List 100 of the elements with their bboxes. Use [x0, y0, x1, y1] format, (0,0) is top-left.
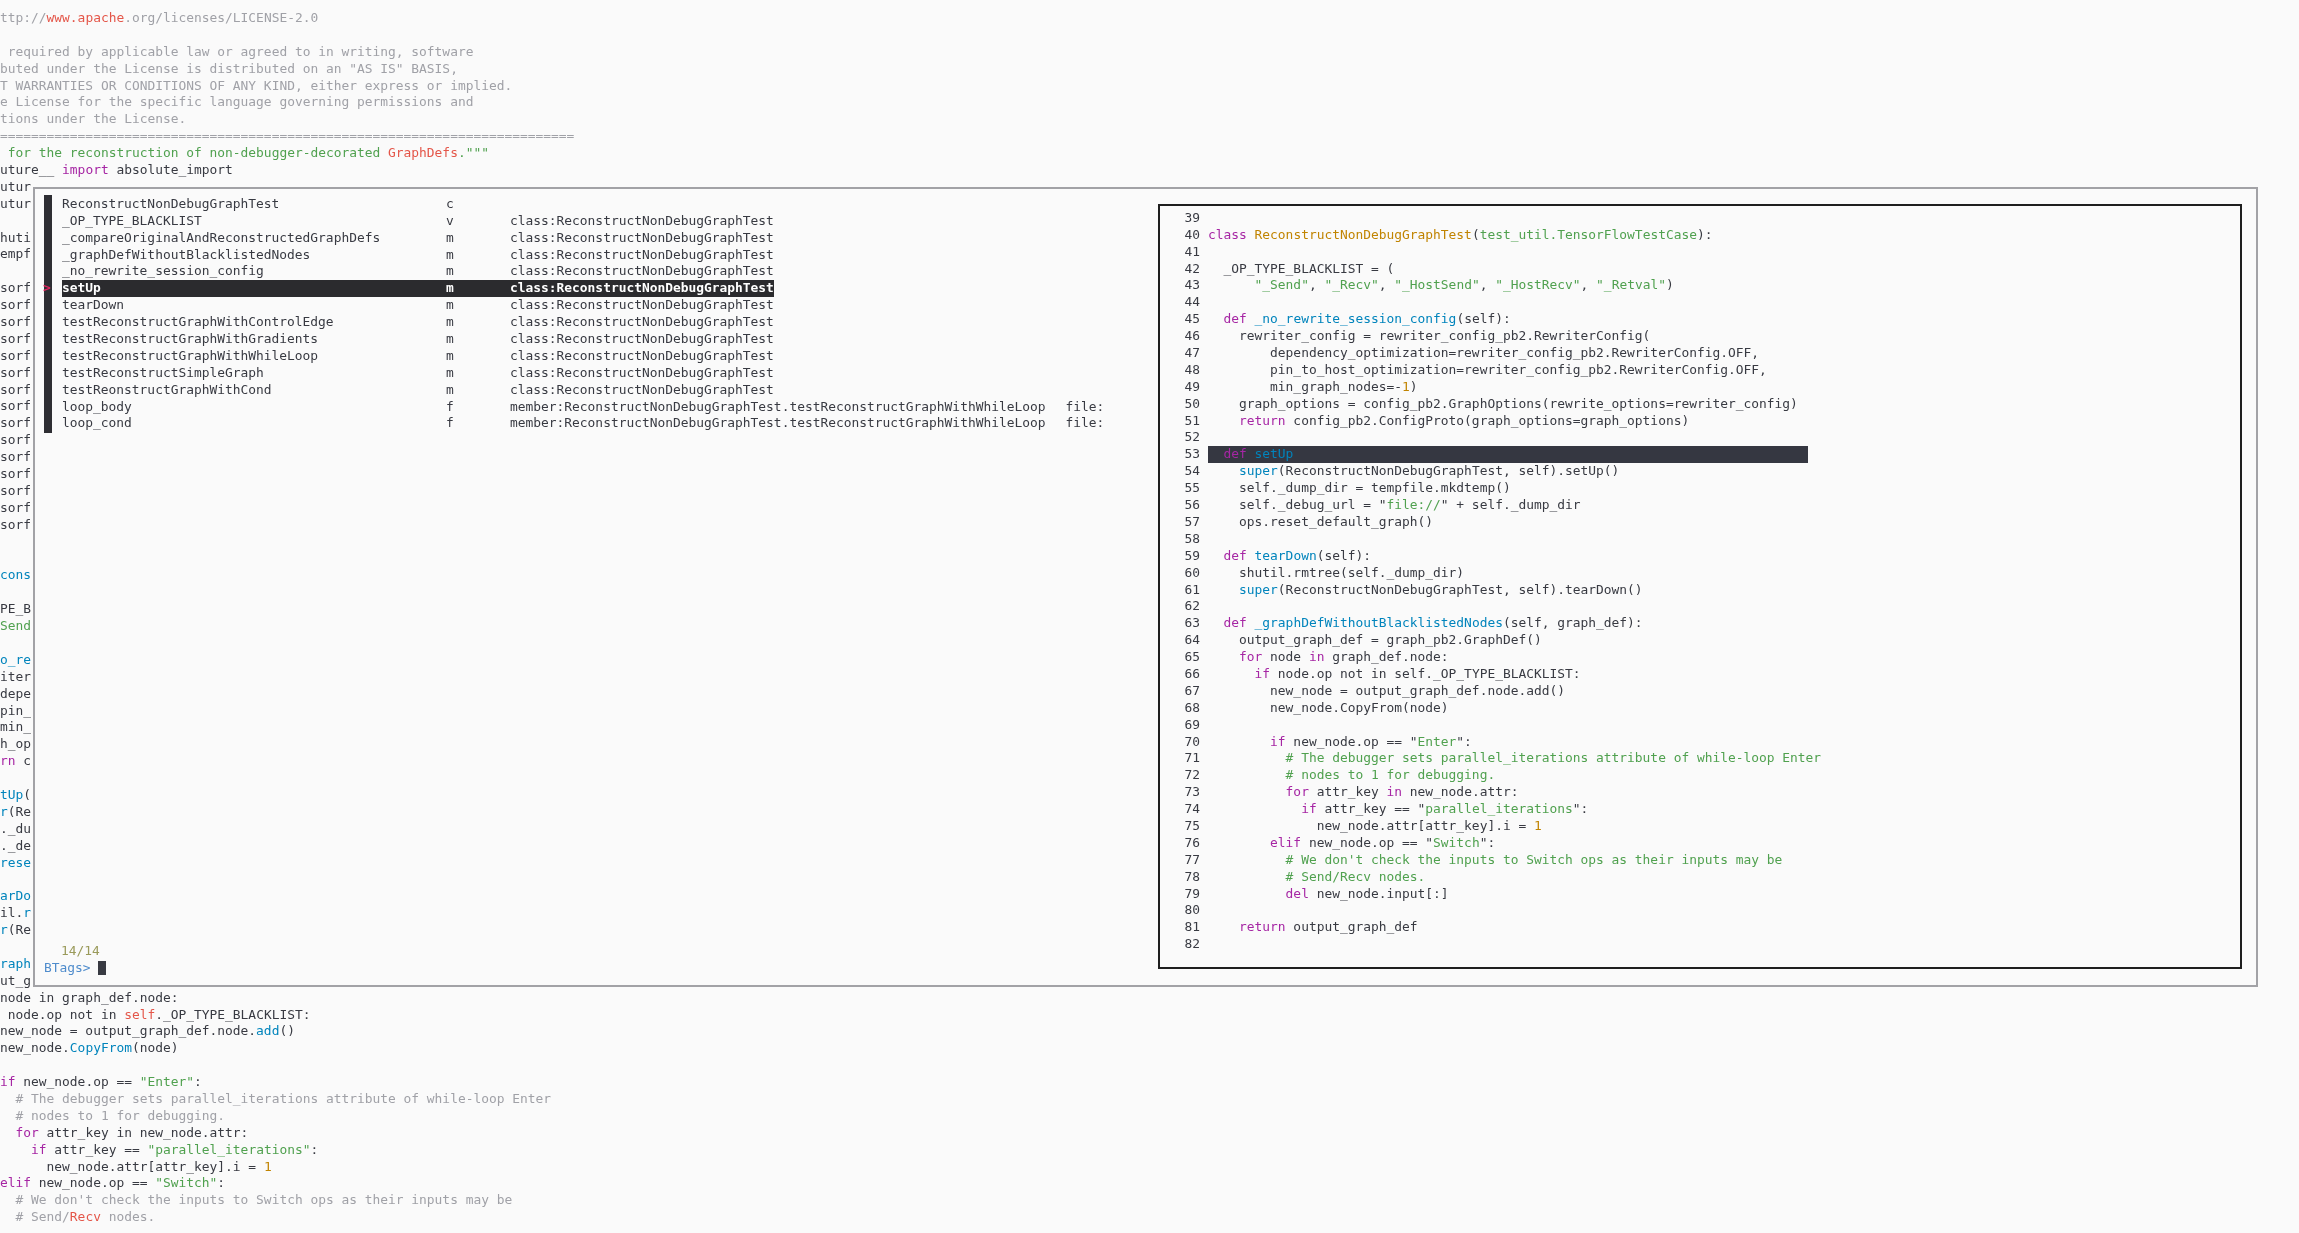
code-line: new_node.CopyFrom(node): [1269, 699, 1449, 717]
line-number: 56: [1183, 497, 1200, 514]
tag-list-item[interactable]: _compareOriginalAndReconstructedGraphDefs m class:ReconstructNonDebugGraphTest: [62, 229, 774, 247]
line-number: 60: [1183, 564, 1200, 582]
line-number: 72: [1183, 767, 1200, 785]
line-number: 63: [1183, 615, 1200, 633]
code-line: pin_: [0, 702, 33, 720]
line-number: 49: [1183, 378, 1200, 396]
code-line: "_Send", "_Recv", "_HostSend", "_HostRecv", "_Retval"): [1253, 277, 1674, 295]
code-line: super(ReconstructNonDebugGraphTest, self).setUp(): [1238, 463, 1620, 481]
code-line: required by applicable law or agreed to in writing, software: [6, 43, 475, 61]
code-line: sorf: [0, 499, 33, 517]
code-line: min_: [0, 719, 33, 737]
line-number: 74: [1183, 801, 1200, 818]
code-line: tUp(: [0, 786, 33, 804]
line-number: 78: [1183, 868, 1200, 886]
line-number: 66: [1183, 665, 1200, 683]
code-line: # nodes to 1 for debugging.: [14, 1107, 227, 1125]
tag-list-item[interactable]: ReconstructNonDebugGraphTest c: [62, 195, 510, 213]
line-number: 79: [1183, 885, 1200, 903]
line-number: 52: [1183, 429, 1200, 447]
tag-list-item[interactable]: loop_body f member:ReconstructNonDebugGraphTest.testReconstructGraphWithWhileLoop file:: [62, 398, 1105, 416]
line-number: 77: [1183, 851, 1200, 869]
code-line: utur: [0, 195, 33, 213]
code-line: rn c: [0, 753, 33, 771]
code-line: del new_node.input[:]: [1284, 885, 1449, 903]
code-line: huti: [0, 229, 33, 247]
code-line: ==========================================================================: [0, 128, 576, 146]
code-line: def _graphDefWithoutBlacklistedNodes(self, graph_def):: [1222, 615, 1643, 633]
tag-list-item[interactable]: setUp m class:ReconstructNonDebugGraphTest: [62, 280, 774, 298]
tag-list-item[interactable]: _graphDefWithoutBlacklistedNodes m class:ReconstructNonDebugGraphTest: [62, 246, 774, 264]
code-line: cons: [0, 567, 33, 585]
line-number: 39: [1183, 209, 1200, 227]
line-number: 44: [1183, 294, 1200, 312]
code-line: self._dump_dir = tempfile.mkdtemp(): [1238, 480, 1511, 498]
line-number: 62: [1183, 598, 1200, 616]
code-line: for attr_key in new_node.attr:: [1284, 784, 1519, 802]
code-line: _OP_TYPE_BLACKLIST = (: [1222, 260, 1395, 278]
line-number: 51: [1183, 412, 1200, 430]
text-cursor[interactable]: [98, 961, 107, 976]
line-number: 40: [1183, 226, 1200, 244]
code-line: sorf: [0, 364, 33, 382]
line-number: 50: [1183, 395, 1200, 413]
code-line: sorf: [0, 466, 33, 483]
code-line: for attr_key in new_node.attr:: [14, 1124, 250, 1142]
line-number: 65: [1183, 649, 1200, 666]
line-number: 64: [1183, 632, 1200, 650]
code-line: elif new_node.op == "Switch":: [0, 1175, 227, 1193]
code-line: pin_to_host_optimization=rewriter_config_pb2.RewriterConfig.OFF,: [1269, 361, 1767, 379]
line-number: 54: [1183, 463, 1200, 481]
line-number: 42: [1183, 260, 1200, 278]
code-line: new_node.CopyFrom(node): [0, 1040, 180, 1058]
code-line: def tearDown(self):: [1222, 547, 1371, 565]
line-number: 80: [1183, 902, 1200, 920]
code-line: for node in graph_def.node:: [1238, 649, 1449, 666]
line-number: 68: [1183, 699, 1200, 717]
tag-list-item[interactable]: testReconstructGraphWithGradients m class:ReconstructNonDebugGraphTest: [62, 331, 774, 348]
line-number: 82: [1183, 936, 1200, 954]
code-line: sorf: [0, 297, 33, 315]
code-line: sorf: [0, 449, 33, 467]
code-line: sorf: [0, 516, 33, 534]
code-line: if attr_key == "parallel_iterations":: [30, 1141, 320, 1159]
code-line: h_op: [0, 736, 33, 754]
code-line: elif new_node.op == "Switch":: [1269, 834, 1496, 852]
line-number: 69: [1183, 716, 1200, 734]
code-line: def _no_rewrite_session_config(self):: [1222, 311, 1511, 329]
code-line: return config_pb2.ConfigProto(graph_options=graph_options): [1238, 412, 1690, 430]
tag-list-item[interactable]: testReonstructGraphWithCond m class:ReconstructNonDebugGraphTest: [62, 381, 774, 399]
code-line: if attr_key == "parallel_iterations":: [1300, 801, 1589, 818]
line-number: 57: [1183, 513, 1200, 531]
line-number: 70: [1183, 733, 1200, 751]
code-line: # Send/Recv nodes.: [14, 1209, 157, 1227]
code-line: if node.op not in self._OP_TYPE_BLACKLIST:: [1253, 665, 1581, 683]
line-number: 45: [1183, 311, 1200, 329]
code-line: super(ReconstructNonDebugGraphTest, self).tearDown(): [1238, 581, 1643, 599]
code-line: tions under the License.: [0, 111, 188, 129]
tag-list-item[interactable]: tearDown m class:ReconstructNonDebugGraphTest: [62, 297, 774, 315]
code-line: node in graph_def.node:: [0, 989, 180, 1007]
line-number: 46: [1183, 328, 1200, 346]
code-line: Send: [0, 618, 33, 635]
code-line: for the reconstruction of non-debugger-decorated GraphDefs.""": [6, 145, 490, 162]
line-number: 59: [1183, 547, 1200, 565]
code-line: if new_node.op == "Enter":: [0, 1074, 203, 1091]
code-line: uture__ import absolute_import: [0, 162, 234, 179]
tag-list-item[interactable]: loop_cond f member:ReconstructNonDebugGraphTest.testReconstructGraphWithWhileLoop file:: [62, 415, 1105, 433]
code-line: return output_graph_def: [1238, 919, 1418, 937]
search-prompt: BTags>: [44, 960, 91, 977]
match-count: 14/14: [61, 943, 101, 960]
tag-list-item[interactable]: testReconstructGraphWithControlEdge m class:ReconstructNonDebugGraphTest: [62, 314, 774, 332]
code-line: ut_g: [0, 972, 33, 990]
line-number: 67: [1183, 682, 1200, 700]
tag-list-item[interactable]: _no_rewrite_session_config m class:ReconstructNonDebugGraphTest: [62, 263, 774, 281]
tag-list-item[interactable]: _OP_TYPE_BLACKLIST v class:ReconstructNonDebugGraphTest: [62, 212, 774, 230]
line-number: 43: [1183, 277, 1200, 295]
tag-list-item[interactable]: testReconstructSimpleGraph m class:ReconstructNonDebugGraphTest: [62, 364, 774, 382]
code-line: class ReconstructNonDebugGraphTest(test_util.TensorFlowTestCase):: [1208, 226, 1713, 244]
code-line: raph: [0, 955, 33, 973]
code-line: sorf: [0, 314, 33, 331]
code-line: sorf: [0, 482, 33, 500]
tag-list-item[interactable]: testReconstructGraphWithWhileLoop m class:ReconstructNonDebugGraphTest: [62, 347, 774, 365]
